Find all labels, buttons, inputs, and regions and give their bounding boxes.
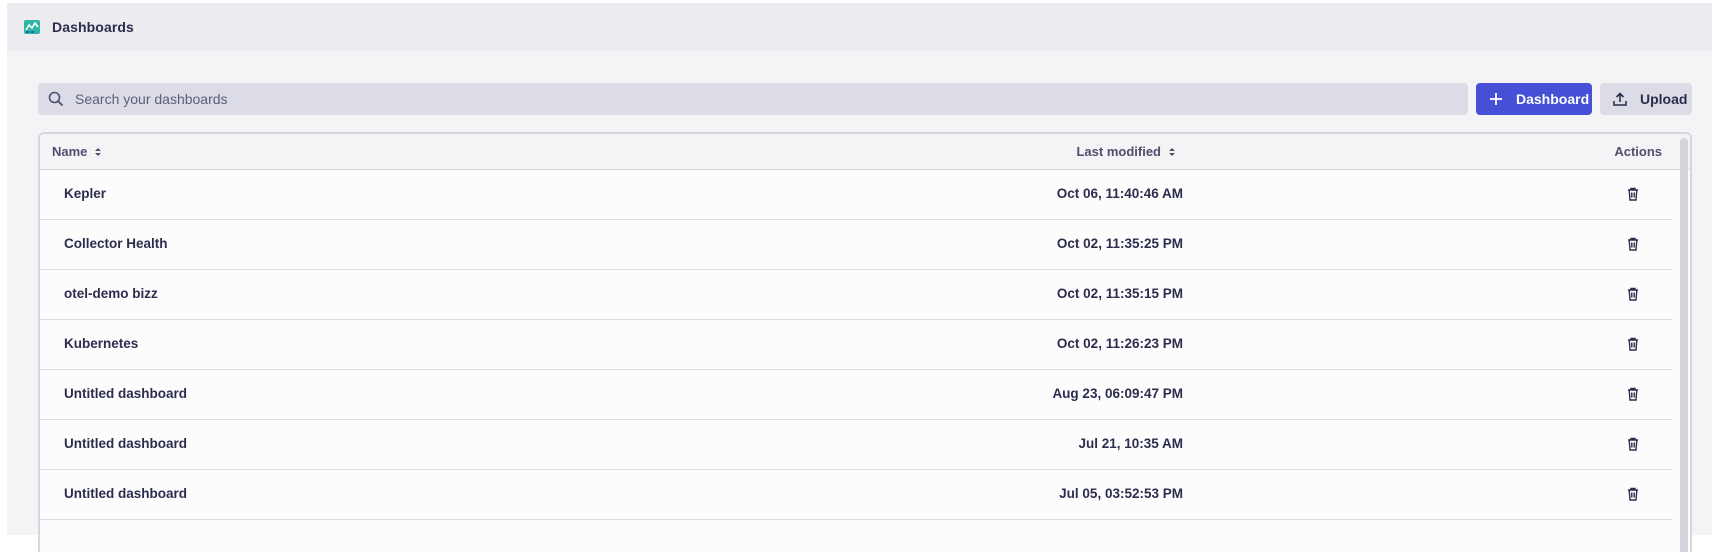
toolbar: Dashboard Upload <box>38 83 1692 115</box>
dashboards-app: Dashboards Dashboa <box>7 3 1712 552</box>
name-column-header[interactable]: Name <box>52 144 103 159</box>
dashboard-name[interactable]: Collector Health <box>64 236 168 251</box>
trash-icon <box>1627 287 1639 304</box>
table-row[interactable]: Kubernetes Oct 02, 11:26:23 PM <box>40 320 1672 370</box>
plus-icon <box>1488 91 1504 107</box>
last-modified-column-label: Last modified <box>1076 144 1161 159</box>
last-modified-value: Oct 02, 11:35:15 PM <box>1056 286 1183 301</box>
last-modified-value: Jul 05, 03:52:53 PM <box>1059 486 1183 501</box>
last-modified-value: Aug 23, 06:09:47 PM <box>1052 386 1183 401</box>
last-modified-column-header[interactable]: Last modified <box>1036 144 1177 159</box>
add-dashboard-button[interactable]: Dashboard <box>1476 83 1592 115</box>
trash-icon <box>1627 187 1639 204</box>
table-header: Name Last modified Actions <box>40 134 1690 170</box>
page-title: Dashboards <box>52 19 134 35</box>
dashboard-name[interactable]: Kepler <box>64 186 106 201</box>
delete-button[interactable] <box>1624 386 1642 404</box>
dashboards-table: Name Last modified Actions Kepler Oct 06… <box>38 132 1692 552</box>
last-modified-value: Oct 06, 11:40:46 AM <box>1056 186 1183 201</box>
sort-icon <box>93 146 103 158</box>
trash-icon <box>1627 337 1639 354</box>
actions-column-header: Actions <box>1614 144 1662 159</box>
table-row[interactable]: Collector Health Oct 02, 11:35:25 PM <box>40 220 1672 270</box>
trash-icon <box>1627 487 1639 504</box>
sort-icon <box>1167 146 1177 158</box>
top-bar: Dashboards <box>7 3 1712 51</box>
name-column-label: Name <box>52 144 88 159</box>
dashboard-name[interactable]: Untitled dashboard <box>64 486 187 501</box>
dashboard-name[interactable]: otel-demo bizz <box>64 286 158 301</box>
trash-icon <box>1627 237 1639 254</box>
delete-button[interactable] <box>1624 486 1642 504</box>
search-box[interactable] <box>38 83 1468 115</box>
delete-button[interactable] <box>1624 186 1642 204</box>
table-row[interactable]: Untitled dashboard Jul 21, 10:35 AM <box>40 420 1672 470</box>
dashboard-name[interactable]: Kubernetes <box>64 336 138 351</box>
search-icon <box>48 91 64 107</box>
table-row[interactable]: Untitled dashboard Aug 23, 06:09:47 PM <box>40 370 1672 420</box>
table-row[interactable]: Untitled dashboard Jul 05, 03:52:53 PM <box>40 470 1672 520</box>
delete-button[interactable] <box>1624 336 1642 354</box>
delete-button[interactable] <box>1624 286 1642 304</box>
upload-label: Upload <box>1640 91 1688 107</box>
dashboards-app-icon <box>23 18 41 36</box>
dashboard-name[interactable]: Untitled dashboard <box>64 436 187 451</box>
last-modified-value: Oct 02, 11:26:23 PM <box>1056 336 1183 351</box>
last-modified-value: Oct 02, 11:35:25 PM <box>1056 236 1183 251</box>
last-modified-value: Jul 21, 10:35 AM <box>1078 436 1183 451</box>
delete-button[interactable] <box>1624 236 1642 254</box>
main-content: Dashboard Upload Name <box>38 83 1692 552</box>
dashboard-name[interactable]: Untitled dashboard <box>64 386 187 401</box>
search-input[interactable] <box>75 91 1468 107</box>
upload-button[interactable]: Upload <box>1600 83 1692 115</box>
upload-icon <box>1612 91 1628 107</box>
table-row[interactable]: Kepler Oct 06, 11:40:46 AM <box>40 170 1672 220</box>
vertical-scrollbar[interactable] <box>1680 138 1688 552</box>
trash-icon <box>1627 387 1639 404</box>
delete-button[interactable] <box>1624 436 1642 454</box>
trash-icon <box>1627 437 1639 454</box>
add-dashboard-label: Dashboard <box>1516 91 1590 107</box>
table-row[interactable]: otel-demo bizz Oct 02, 11:35:15 PM <box>40 270 1672 320</box>
